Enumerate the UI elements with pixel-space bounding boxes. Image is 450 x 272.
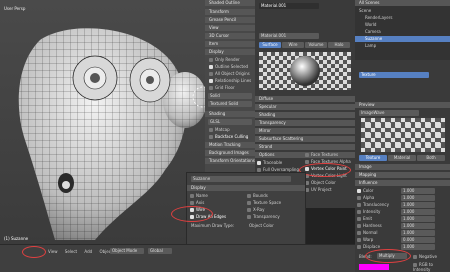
material-slot-2[interactable]: Material.001 — [259, 33, 319, 39]
suzanne-mesh[interactable] — [0, 0, 205, 244]
outliner-item-suzanne[interactable]: Suzanne — [355, 36, 450, 42]
object-label: (1) Suzanne — [4, 236, 29, 241]
sidebar-item-transform-orientations[interactable]: Transform Orientations — [205, 158, 255, 164]
outliner-item-camera[interactable]: Camera — [355, 29, 450, 35]
section-strand[interactable]: Strand — [255, 144, 355, 150]
textured-solid-dropdown[interactable]: Textured Solid — [208, 101, 252, 107]
viewport[interactable]: User Persp (1) Suzanne — [0, 0, 205, 244]
opt-x-ray[interactable]: X-Ray — [247, 207, 303, 214]
opt-traceable[interactable]: Traceable — [257, 160, 303, 167]
check-relationship-lines[interactable]: Relationship Lines — [205, 78, 255, 84]
sidebar-header: Shaded Outline — [205, 0, 255, 6]
color-swatch[interactable] — [359, 264, 389, 270]
sidebar-item-item[interactable]: Item — [205, 41, 255, 47]
section-diffuse[interactable]: Diffuse — [255, 96, 355, 102]
tex-tab-texture[interactable]: Texture — [359, 155, 387, 161]
tex-section-influence[interactable]: Influence — [355, 180, 450, 186]
check-only-render[interactable]: Only Render — [205, 57, 255, 63]
outliner-item-renderlayers[interactable]: RenderLayers — [355, 15, 450, 21]
section-transparency[interactable]: Transparency — [255, 120, 355, 126]
param-normal[interactable]: Normal 1.000 — [357, 230, 447, 237]
param-intensity[interactable]: Intensity 1.000 — [357, 209, 447, 216]
tab-wire[interactable]: Wire — [282, 42, 304, 48]
section-specular[interactable]: Specular — [255, 104, 355, 110]
param-translucency[interactable]: Translucency 1.000 — [357, 202, 447, 209]
highlight-ring-draw-type — [22, 246, 46, 258]
tab-volume[interactable]: Volume — [305, 42, 327, 48]
sidebar-item-shading[interactable]: Shading — [205, 111, 255, 117]
negative-toggle[interactable]: Negative — [413, 254, 437, 259]
mode-dropdown[interactable]: Object Mode — [110, 248, 144, 254]
section-sss[interactable]: Subsurface Scattering — [255, 136, 355, 142]
object-display-header[interactable]: Display — [187, 185, 305, 191]
check-grid-floor[interactable]: Grid Floor — [205, 85, 255, 91]
check-all-origins[interactable]: All Object Origins — [205, 71, 255, 77]
bottom-bar: View Select Add Object Object Mode Globa… — [0, 244, 355, 272]
check-matcap[interactable]: Matcap — [205, 127, 255, 133]
opt-name[interactable]: Name — [190, 193, 242, 200]
highlight-ring-wire — [171, 206, 213, 222]
sidebar-item-transform[interactable]: Transform — [205, 9, 255, 15]
material-preview — [259, 52, 351, 90]
highlight-ring-vertex-color — [299, 163, 351, 177]
bottom-menu-select[interactable]: Select — [65, 249, 77, 254]
texture-panel: Texture Preview ImageWave Texture Materi… — [355, 60, 450, 272]
param-warp[interactable]: Warp 0.000 — [357, 237, 447, 244]
param-color[interactable]: Color 1.000 — [357, 188, 447, 195]
preview-sphere — [290, 56, 320, 86]
texture-preview — [361, 118, 445, 152]
sidebar-item-3d-cursor[interactable]: 3D Cursor — [205, 33, 255, 39]
object-panel: Suzanne Display Name Axis Wire Draw All … — [171, 172, 306, 248]
rgb-to-intensity-toggle[interactable]: RGB to Intensity — [413, 262, 450, 272]
texture-preview-header: Preview — [355, 102, 450, 108]
sidebar-item-motion-tracking[interactable]: Motion Tracking — [205, 142, 255, 148]
texture-slot[interactable]: Texture — [359, 72, 429, 78]
outliner-item-world[interactable]: World — [355, 22, 450, 28]
object-right-col: Bounds Texture Space X-Ray Transparency — [247, 193, 303, 221]
bottom-bar-items: View Select Add Object — [48, 249, 118, 254]
opt-object-color[interactable]: Object Color — [305, 180, 353, 187]
outliner: All Scenes Scene RenderLayers World Came… — [355, 0, 450, 60]
opt-bounds[interactable]: Bounds — [247, 193, 303, 200]
param-hardness[interactable]: Hardness 1.000 — [357, 223, 447, 230]
param-alpha[interactable]: Alpha 1.000 — [357, 195, 447, 202]
tex-tab-both[interactable]: Both — [417, 155, 445, 161]
section-mirror[interactable]: Mirror — [255, 128, 355, 134]
bottom-menu-add[interactable]: Add — [84, 249, 92, 254]
sidebar-item-display[interactable]: Display — [205, 49, 255, 55]
check-backface-culling[interactable]: Backface Culling — [205, 134, 255, 140]
opt-transparency[interactable]: Transparency — [247, 214, 303, 221]
tex-section-image[interactable]: Image — [355, 164, 450, 170]
object-color-label: Object Color — [249, 223, 274, 228]
texture-image-name[interactable]: ImageWave — [359, 110, 419, 116]
outliner-item-scene[interactable]: Scene — [355, 8, 450, 14]
object-name-field[interactable]: Suzanne — [191, 176, 291, 182]
check-outline-selected[interactable]: Outline Selected — [205, 64, 255, 70]
outliner-header: All Scenes — [355, 0, 450, 6]
glsl-dropdown[interactable]: GLSL — [208, 119, 252, 125]
outliner-item-lamp[interactable]: Lamp — [355, 43, 450, 49]
opt-texture-space[interactable]: Texture Space — [247, 200, 303, 207]
tab-surface[interactable]: Surface — [259, 42, 281, 48]
solid-dropdown[interactable]: Solid — [208, 93, 252, 99]
tex-tab-material[interactable]: Material — [388, 155, 416, 161]
bottom-menu-view[interactable]: View — [48, 249, 58, 254]
highlight-ring-blend — [365, 249, 411, 263]
opt-face-textures[interactable]: Face Textures — [305, 152, 353, 159]
sidebar-item-grease-pencil[interactable]: Grease Pencil — [205, 17, 255, 23]
tab-halo[interactable]: Halo — [328, 42, 350, 48]
opt-uv-project[interactable]: UV Project — [305, 187, 353, 194]
influence-params: Color 1.000 Alpha 1.000 Translucency 1.000 … — [357, 188, 447, 251]
sidebar-item-background-images[interactable]: Background Images — [205, 150, 255, 156]
section-shading[interactable]: Shading — [255, 112, 355, 118]
tex-section-mapping[interactable]: Mapping — [355, 172, 450, 178]
param-emit[interactable]: Emit 1.000 — [357, 216, 447, 223]
max-draw-type-label: Maximum Draw Type: — [191, 223, 235, 228]
material-slot[interactable]: Material.001 — [259, 3, 319, 9]
sidebar-item-view[interactable]: View — [205, 25, 255, 31]
orientation-dropdown[interactable]: Global — [148, 248, 172, 254]
